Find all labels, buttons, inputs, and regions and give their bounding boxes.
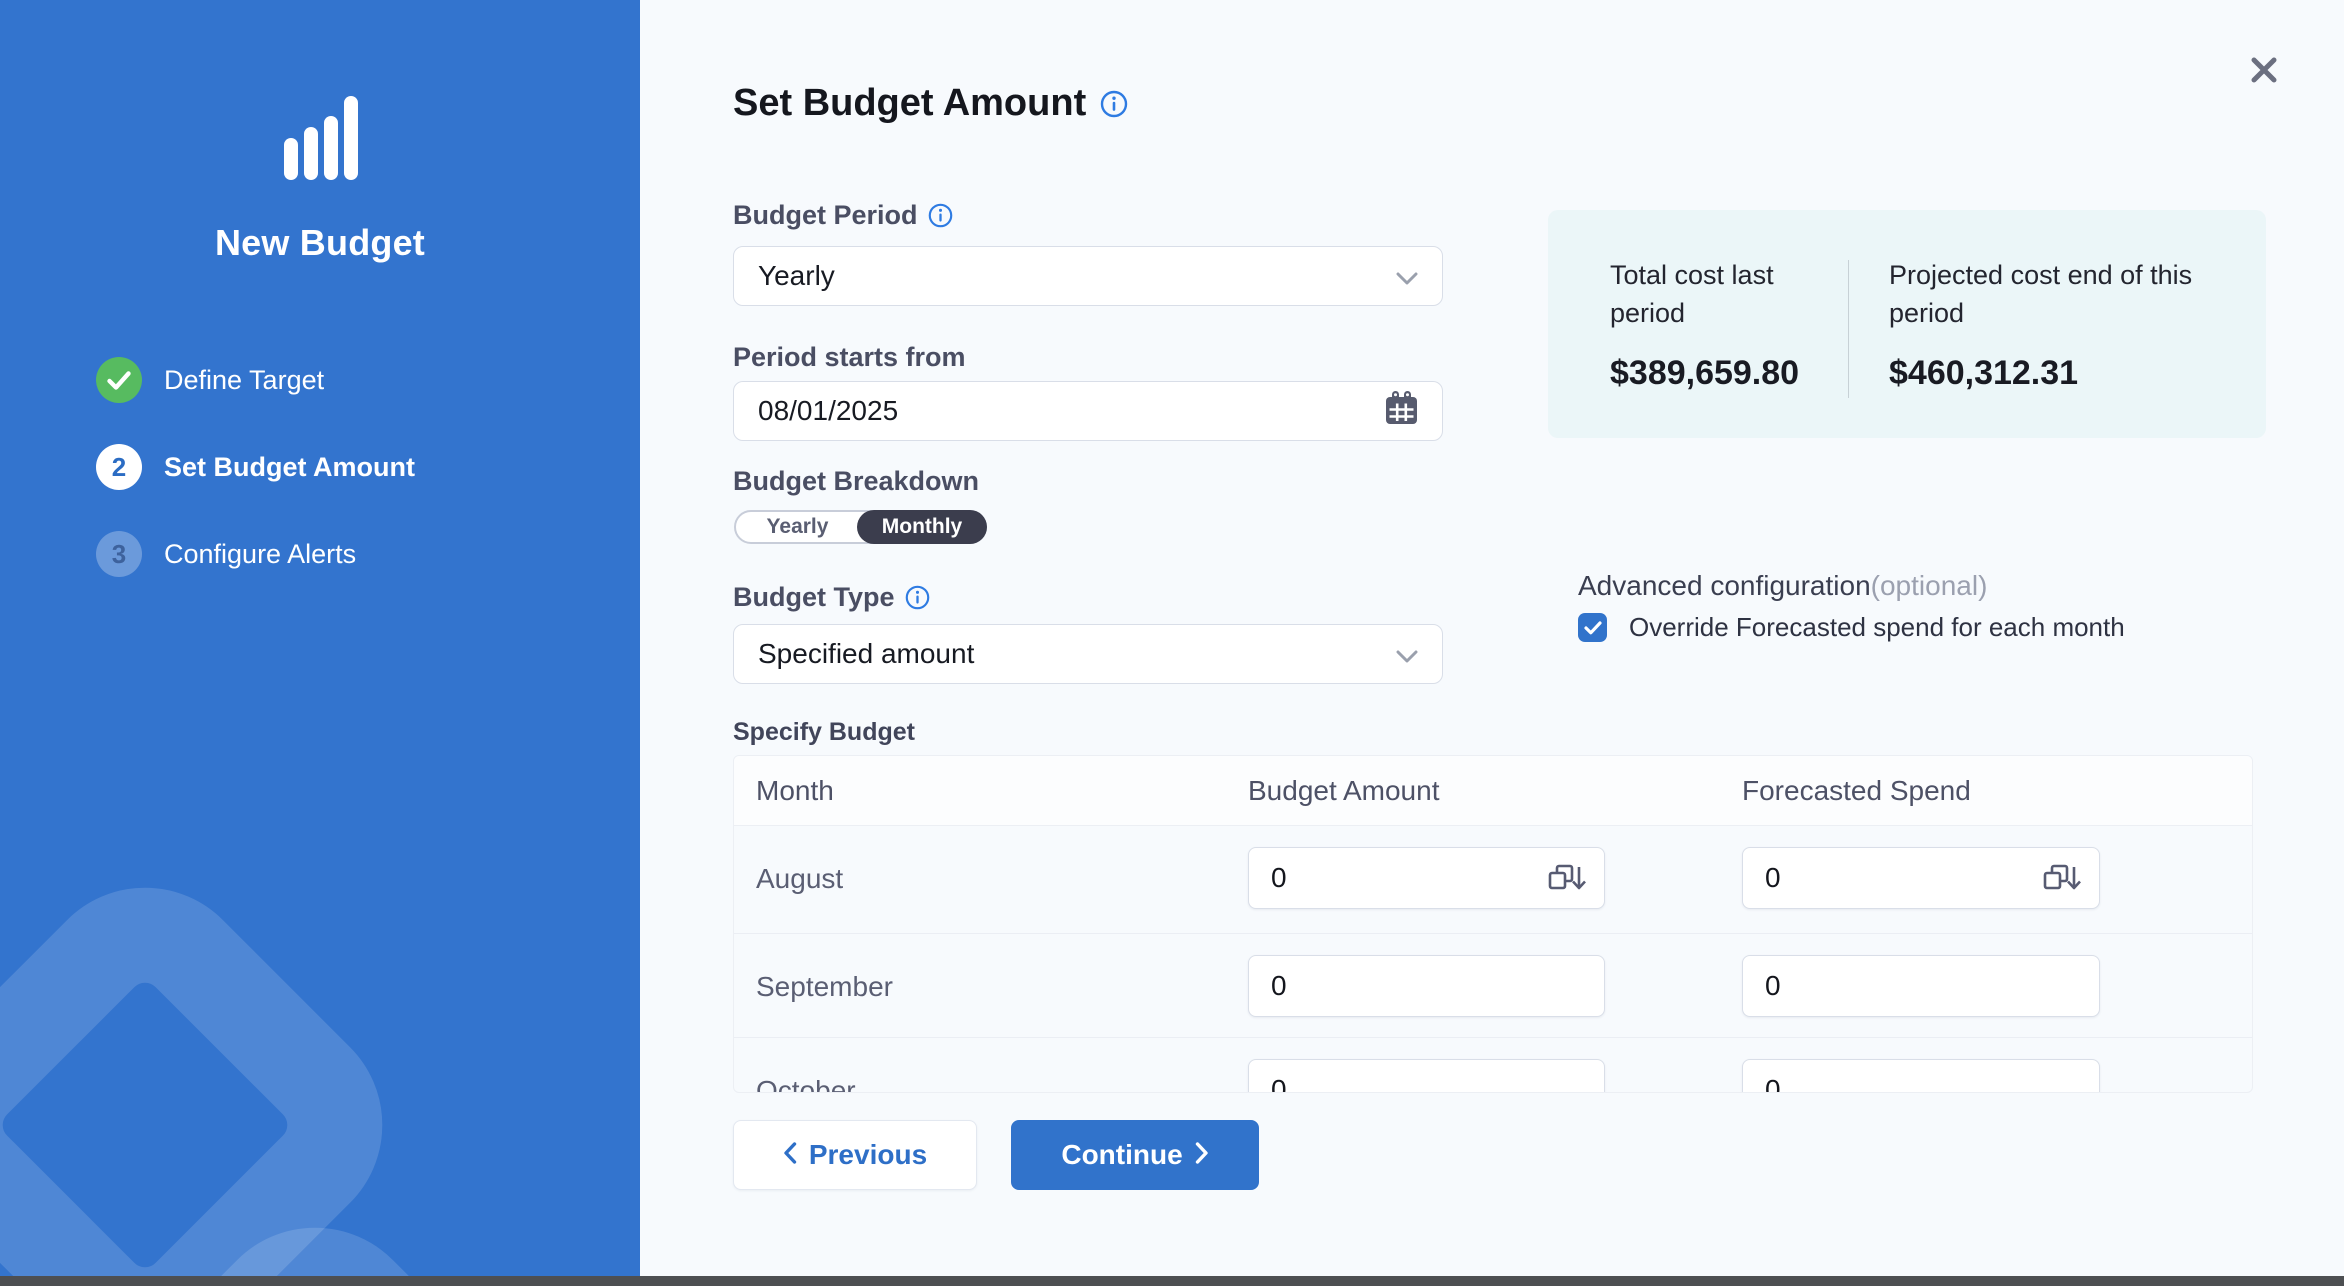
previous-button-label: Previous <box>809 1139 927 1171</box>
table-row: August <box>734 826 2252 932</box>
budget-period-value: Yearly <box>758 260 1396 292</box>
month-cell: October <box>756 1038 856 1093</box>
chevron-left-icon <box>783 1139 797 1171</box>
budget-amount-input[interactable] <box>1271 970 1588 1002</box>
period-start-date-field[interactable] <box>733 381 1443 441</box>
step-label: Configure Alerts <box>164 539 356 570</box>
toggle-option-monthly[interactable]: Monthly <box>857 510 987 544</box>
column-header-budget-amount: Budget Amount <box>1248 756 1439 826</box>
wizard-steps: Define Target 2 Set Budget Amount 3 Conf… <box>96 357 415 618</box>
period-starts-label: Period starts from <box>733 342 966 373</box>
calendar-icon[interactable] <box>1384 390 1418 433</box>
budget-amount-field <box>1248 847 1605 909</box>
chevron-down-icon <box>1396 638 1418 670</box>
info-icon[interactable] <box>905 585 930 610</box>
month-cell: September <box>756 934 893 1040</box>
column-header-month: Month <box>756 756 834 826</box>
table-row: September <box>734 933 2252 1039</box>
forecasted-spend-input[interactable] <box>1765 1074 2083 1093</box>
info-icon[interactable] <box>928 203 953 228</box>
step-number: 3 <box>96 531 142 577</box>
wizard-sidebar: New Budget Define Target 2 Set Budget Am… <box>0 0 640 1286</box>
chevron-down-icon <box>1396 260 1418 292</box>
forecasted-spend-field <box>1742 847 2100 909</box>
month-cell: August <box>756 826 843 932</box>
continue-button[interactable]: Continue <box>1011 1120 1259 1190</box>
budget-period-label: Budget Period <box>733 200 918 231</box>
total-cost-label: Total cost last period <box>1610 256 1810 332</box>
budget-breakdown-label: Budget Breakdown <box>733 466 979 497</box>
new-budget-wizard: New Budget Define Target 2 Set Budget Am… <box>0 0 2344 1286</box>
advanced-configuration-title: Advanced configuration(optional) <box>1578 570 1987 602</box>
override-forecast-checkbox[interactable] <box>1578 613 1607 642</box>
budget-type-value: Specified amount <box>758 638 1396 670</box>
chevron-right-icon <box>1195 1139 1209 1171</box>
period-start-date-input[interactable] <box>758 395 1384 427</box>
budget-amount-field <box>1248 955 1605 1017</box>
cost-summary-card: Total cost last period $389,659.80 Proje… <box>1548 210 2266 438</box>
close-icon[interactable] <box>2246 52 2286 92</box>
step-label: Set Budget Amount <box>164 452 415 483</box>
page-title: Set Budget Amount <box>733 82 1086 125</box>
budget-breakdown-toggle: Yearly Monthly <box>734 510 987 544</box>
specify-budget-table: Month Budget Amount Forecasted Spend Aug… <box>733 755 2253 1093</box>
copy-down-icon[interactable] <box>2039 863 2083 893</box>
table-header: Month Budget Amount Forecasted Spend <box>734 756 2252 826</box>
toggle-option-yearly[interactable]: Yearly <box>736 512 859 542</box>
projected-cost-value: $460,312.31 <box>1889 354 2219 393</box>
budget-amount-field <box>1248 1059 1605 1093</box>
column-header-forecasted-spend: Forecasted Spend <box>1742 756 1971 826</box>
copy-down-icon[interactable] <box>1544 863 1588 893</box>
budget-amount-input[interactable] <box>1271 862 1544 894</box>
budget-type-select[interactable]: Specified amount <box>733 624 1443 684</box>
forecasted-spend-input[interactable] <box>1765 970 2083 1002</box>
override-forecast-label: Override Forecasted spend for each month <box>1629 612 2125 643</box>
step-configure-alerts[interactable]: 3 Configure Alerts <box>96 531 415 577</box>
step-complete-check-icon <box>96 357 142 403</box>
budget-type-label: Budget Type <box>733 582 895 613</box>
forecasted-spend-input[interactable] <box>1765 862 2039 894</box>
info-icon[interactable] <box>1100 90 1128 118</box>
continue-button-label: Continue <box>1061 1139 1182 1171</box>
step-define-target[interactable]: Define Target <box>96 357 415 403</box>
bottom-bar <box>0 1276 2344 1286</box>
bar-chart-logo-icon <box>284 96 364 180</box>
step-label: Define Target <box>164 365 324 396</box>
step-number: 2 <box>96 444 142 490</box>
projected-cost-label: Projected cost end of this period <box>1889 256 2219 332</box>
budget-period-select[interactable]: Yearly <box>733 246 1443 306</box>
total-cost-value: $389,659.80 <box>1610 354 1810 393</box>
override-forecast-row: Override Forecasted spend for each month <box>1578 612 2125 643</box>
watermark-logo-shape <box>0 842 428 1286</box>
forecasted-spend-field <box>1742 955 2100 1017</box>
previous-button[interactable]: Previous <box>733 1120 977 1190</box>
specify-budget-label: Specify Budget <box>733 718 915 747</box>
table-row: October <box>734 1037 2252 1093</box>
step-set-budget-amount[interactable]: 2 Set Budget Amount <box>96 444 415 490</box>
forecasted-spend-field <box>1742 1059 2100 1093</box>
wizard-title: New Budget <box>0 222 640 264</box>
optional-suffix: (optional) <box>1871 570 1988 601</box>
divider <box>1848 260 1849 398</box>
budget-amount-input[interactable] <box>1271 1074 1588 1093</box>
